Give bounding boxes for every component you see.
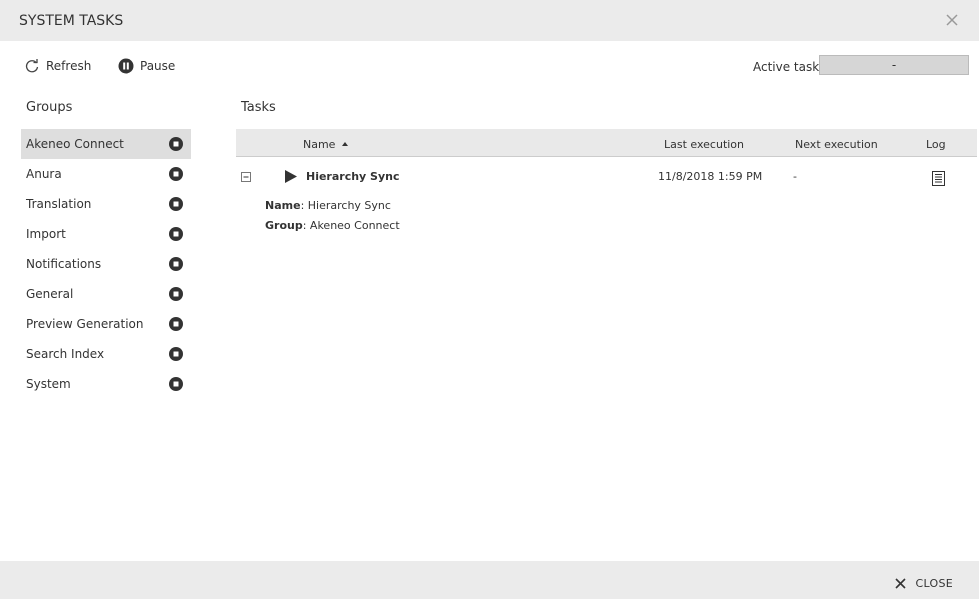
group-label: Translation <box>26 197 92 211</box>
detail-group-value: : Akeneo Connect <box>302 219 400 232</box>
tasks-grid-header: Name Last execution Next execution Log <box>236 129 977 157</box>
task-detail-group: Group: Akeneo Connect <box>265 219 400 232</box>
detail-name-value: : Hierarchy Sync <box>300 199 391 212</box>
group-item-akeneo-connect[interactable]: Akeneo Connect <box>21 129 191 159</box>
collapse-icon[interactable] <box>241 172 251 182</box>
group-label: Search Index <box>26 347 105 361</box>
close-icon[interactable] <box>944 12 960 28</box>
play-icon[interactable] <box>284 170 297 183</box>
dialog-footer: CLOSE <box>0 561 979 599</box>
detail-name-label: Name <box>265 199 301 212</box>
group-item-preview-generation[interactable]: Preview Generation <box>21 309 191 339</box>
group-item-translation[interactable]: Translation <box>21 189 191 219</box>
stop-icon[interactable] <box>169 167 183 181</box>
detail-group-label: Group <box>265 219 303 232</box>
dialog-titlebar: SYSTEM TASKS <box>0 0 979 41</box>
stop-icon[interactable] <box>169 227 183 241</box>
pause-icon <box>118 58 134 74</box>
column-header-name[interactable]: Name <box>303 138 335 151</box>
stop-icon[interactable] <box>169 317 183 331</box>
column-header-log: Log <box>926 138 946 151</box>
task-next-execution: - <box>793 170 797 183</box>
group-label: Akeneo Connect <box>26 137 124 151</box>
task-name: Hierarchy Sync <box>306 170 400 183</box>
group-label: System <box>26 377 71 391</box>
close-icon <box>895 578 907 589</box>
group-item-anura[interactable]: Anura <box>21 159 191 189</box>
group-label: Anura <box>26 167 62 181</box>
table-row[interactable]: Hierarchy Sync 11/8/2018 1:59 PM - <box>236 160 977 194</box>
dialog-title: SYSTEM TASKS <box>19 13 124 29</box>
refresh-label: Refresh <box>46 59 92 73</box>
refresh-icon <box>25 59 39 73</box>
close-button[interactable]: CLOSE <box>895 577 953 590</box>
group-label: Preview Generation <box>26 317 144 331</box>
stop-icon[interactable] <box>169 137 183 151</box>
active-task-field: - <box>819 55 969 75</box>
group-item-notifications[interactable]: Notifications <box>21 249 191 279</box>
stop-icon[interactable] <box>169 347 183 361</box>
tasks-heading: Tasks <box>241 100 276 115</box>
groups-list: Akeneo Connect Anura Translation Import … <box>21 129 191 399</box>
refresh-button[interactable]: Refresh <box>24 57 91 75</box>
pause-label: Pause <box>140 59 176 73</box>
group-item-system[interactable]: System <box>21 369 191 399</box>
close-label: CLOSE <box>915 577 953 590</box>
group-label: General <box>26 287 74 301</box>
groups-heading: Groups <box>26 100 73 115</box>
sort-ascending-icon[interactable] <box>342 141 348 146</box>
task-last-execution: 11/8/2018 1:59 PM <box>658 170 763 183</box>
group-item-general[interactable]: General <box>21 279 191 309</box>
stop-icon[interactable] <box>169 287 183 301</box>
group-item-search-index[interactable]: Search Index <box>21 339 191 369</box>
group-label: Notifications <box>26 257 102 271</box>
stop-icon[interactable] <box>169 197 183 211</box>
group-label: Import <box>26 227 66 241</box>
stop-icon[interactable] <box>169 377 183 391</box>
group-item-import[interactable]: Import <box>21 219 191 249</box>
stop-icon[interactable] <box>169 257 183 271</box>
pause-button[interactable]: Pause <box>118 57 175 75</box>
log-icon[interactable] <box>932 171 945 186</box>
task-detail-name: Name: Hierarchy Sync <box>265 199 391 212</box>
column-header-last-execution[interactable]: Last execution <box>664 138 744 151</box>
column-header-next-execution[interactable]: Next execution <box>795 138 878 151</box>
